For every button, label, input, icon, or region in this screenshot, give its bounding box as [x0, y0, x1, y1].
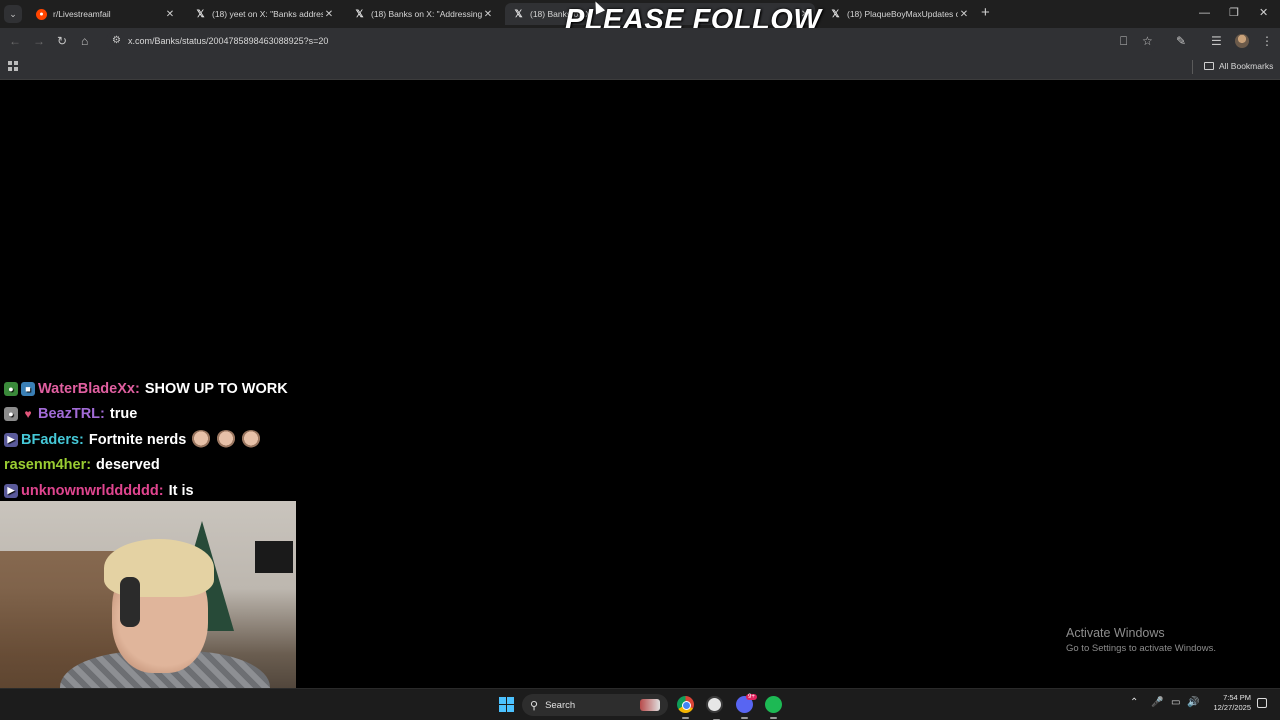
minimize-icon[interactable]: — — [1199, 6, 1210, 20]
taskbar-clock[interactable]: 7:54 PM 12/27/2025 — [1204, 693, 1251, 713]
volume-icon[interactable]: 🔊 — [1187, 697, 1199, 709]
notification-center-icon[interactable] — [1257, 698, 1267, 708]
home-icon[interactable]: ⌂ — [81, 34, 88, 48]
all-bookmarks-label: All Bookmarks — [1219, 61, 1274, 71]
chrome-icon[interactable] — [677, 696, 694, 719]
restore-icon[interactable]: ❐ — [1229, 6, 1239, 20]
install-app-icon[interactable]: ⎕ — [1120, 34, 1127, 48]
headphones-icon — [120, 577, 140, 627]
badge-icon: ● — [4, 381, 18, 396]
tab-plaqueboymax-updates[interactable]: 𝕏 (18) PlaqueBoyMaxUpdates on ✕ — [822, 3, 974, 25]
chat-username: rasenm4her: — [4, 457, 92, 474]
discord-notification-badge: 9+ — [746, 694, 757, 700]
reddit-icon: ● — [36, 8, 47, 20]
chat-message: ▶ unknownwrldddddd: It is — [4, 478, 304, 504]
tab-banks-post[interactable]: 𝕏 (18) Banks on X: "Addressing e ✕ — [346, 3, 498, 25]
stream-chat-overlay: ● ■ WaterBladeXx: SHOW UP TO WORK ● ♥ Be… — [4, 376, 304, 504]
tab-title: r/Livestreamfail — [53, 9, 111, 19]
apps-grid-icon[interactable] — [8, 61, 18, 71]
watermark-subtitle: Go to Settings to activate Windows. — [1066, 643, 1216, 654]
emote-icon — [191, 429, 212, 450]
window-close-icon[interactable]: ✕ — [1259, 6, 1268, 20]
chat-message: rasenm4her: deserved — [4, 453, 304, 479]
activate-windows-watermark: Activate Windows Go to Settings to activ… — [1066, 626, 1216, 654]
network-icon[interactable]: ▭ — [1171, 697, 1180, 709]
profile-avatar[interactable] — [1235, 34, 1249, 48]
menu-kebab-icon[interactable]: ⋮ — [1261, 34, 1273, 48]
forward-icon[interactable]: → — [33, 34, 45, 48]
tray-overflow-chevron-icon[interactable]: ⌃ — [1130, 697, 1138, 709]
taskbar-search-box[interactable]: ⚲ Search — [522, 694, 668, 716]
chat-username: BFaders: — [21, 431, 84, 448]
chat-username: WaterBladeXx: — [38, 380, 140, 397]
windows-taskbar: ⚲ Search — [0, 688, 1280, 720]
close-icon[interactable]: ✕ — [164, 9, 176, 20]
chat-text: deserved — [96, 457, 160, 474]
chat-text: It is — [168, 482, 194, 499]
clock-time: 7:54 PM — [1223, 693, 1251, 702]
tab-yeet-post[interactable]: 𝕏 (18) yeet on X: "Banks addresse ✕ — [187, 3, 339, 25]
windows-start-icon[interactable] — [499, 697, 514, 712]
folder-icon — [1204, 62, 1214, 70]
search-highlight-icon — [640, 699, 660, 711]
back-icon[interactable]: ← — [9, 34, 21, 48]
bookmarks-bar: All Bookmarks — [0, 55, 1280, 80]
close-icon[interactable]: ✕ — [482, 9, 494, 20]
close-icon[interactable]: ✕ — [323, 9, 335, 20]
site-settings-icon[interactable]: ⚙ — [112, 35, 121, 46]
tab-title: (18) Banks on X: "Addressing e — [371, 9, 482, 19]
x-logo-icon: 𝕏 — [355, 8, 364, 20]
reload-icon[interactable]: ↻ — [57, 34, 67, 48]
tab-livestreamfail[interactable]: ● r/Livestreamfail ✕ — [28, 3, 180, 25]
taskbar-search-label: Search — [545, 699, 576, 711]
emote-icon — [216, 429, 237, 450]
bookmarks-divider — [1192, 60, 1193, 74]
badge-icon: ● — [4, 407, 18, 422]
url-text[interactable]: x.com/Banks/status/2004785898463088925?s… — [128, 36, 328, 46]
chat-text: SHOW UP TO WORK — [144, 380, 288, 397]
obs-icon[interactable] — [706, 696, 723, 720]
chat-message: ● ■ WaterBladeXx: SHOW UP TO WORK — [4, 376, 304, 402]
close-icon[interactable]: ✕ — [958, 9, 970, 20]
x-logo-icon: 𝕏 — [514, 8, 523, 20]
media-controls-icon[interactable]: ☰ — [1211, 34, 1222, 48]
extensions-icon[interactable]: ✎ — [1176, 34, 1186, 48]
chat-username: unknownwrldddddd: — [21, 482, 164, 499]
microphone-icon[interactable]: 🎤 — [1151, 697, 1163, 709]
chat-message: ● ♥ BeazTRL: true — [4, 402, 304, 428]
chat-message: ▶ BFaders: Fortnite nerds — [4, 427, 304, 453]
watermark-title: Activate Windows — [1066, 626, 1165, 640]
new-tab-button[interactable]: + — [981, 5, 990, 21]
tab-title: (18) PlaqueBoyMaxUpdates on — [847, 9, 958, 19]
chat-username: BeazTRL: — [38, 406, 105, 423]
spotify-icon[interactable] — [765, 696, 782, 719]
chat-text: true — [109, 406, 138, 423]
chat-text: Fortnite nerds — [88, 431, 187, 448]
heart-badge-icon: ♥ — [24, 407, 32, 422]
browser-toolbar: ← → ↻ ⌂ ⚙ x.com/Banks/status/20047858984… — [0, 28, 1280, 55]
emote-icon — [241, 429, 262, 450]
sub-badge-icon: ▶ — [4, 432, 18, 447]
tab-title: (18) yeet on X: "Banks addresse — [212, 9, 323, 19]
tab-search-dropdown-icon[interactable]: ⌄ — [4, 5, 22, 23]
x-logo-icon: 𝕏 — [831, 8, 840, 20]
badge-icon: ■ — [21, 381, 35, 396]
address-bar[interactable]: ⚙ x.com/Banks/status/2004785898463088925… — [106, 31, 1156, 52]
bookmark-star-icon[interactable]: ☆ — [1142, 34, 1153, 48]
clock-date: 12/27/2025 — [1213, 703, 1251, 712]
sub-badge-icon: ▶ — [4, 483, 18, 498]
search-icon: ⚲ — [530, 699, 539, 712]
webcam-tv — [255, 541, 293, 573]
all-bookmarks-button[interactable]: All Bookmarks — [1204, 61, 1273, 71]
x-logo-icon: 𝕏 — [196, 8, 205, 20]
